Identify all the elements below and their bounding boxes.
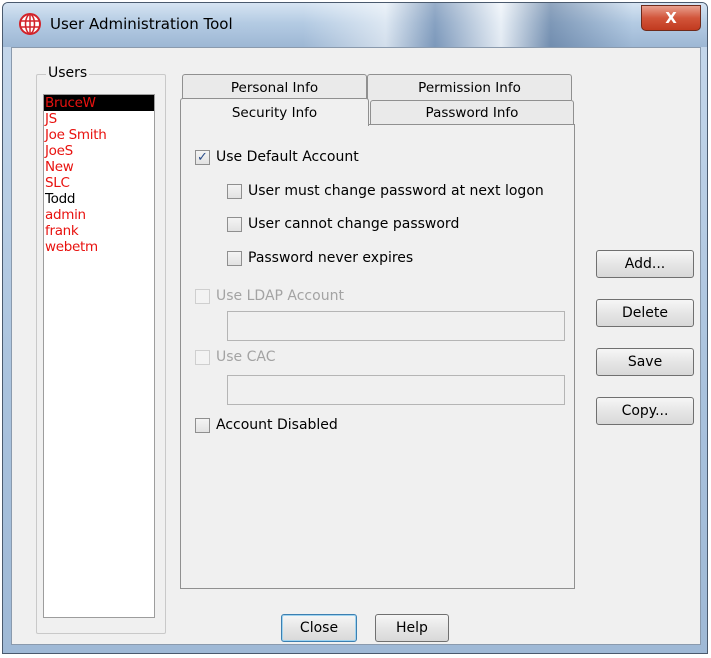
use-default-account-label: Use Default Account (216, 149, 359, 165)
ldap-account-field[interactable] (227, 311, 565, 341)
password-never-expires-check[interactable] (227, 250, 242, 266)
tab-personal-info[interactable]: Personal Info (182, 74, 367, 100)
account-disabled-label: Account Disabled (216, 417, 338, 433)
tab-security-info[interactable]: Security Info (180, 98, 369, 126)
title-bar[interactable]: User Administration Tool X (3, 3, 707, 47)
cannot-change-password-checkbox[interactable]: User cannot change password (227, 216, 459, 232)
account-disabled-check[interactable] (195, 417, 210, 433)
users-list[interactable]: BruceW JS Joe Smith JoeS New SLC Todd admin fran… (43, 94, 155, 618)
user-list-item[interactable]: Todd (44, 191, 154, 207)
tab-password-info-label: Password Info (425, 105, 519, 121)
user-list-item[interactable]: Joe Smith (44, 127, 154, 143)
delete-button[interactable]: Delete (596, 299, 694, 327)
use-cac-checkbox[interactable]: Use CAC (195, 349, 276, 365)
save-button[interactable]: Save (596, 348, 694, 376)
use-default-account-check[interactable]: ✓ (195, 149, 210, 165)
tab-permission-info-label: Permission Info (418, 79, 521, 96)
must-change-password-check[interactable] (227, 183, 242, 199)
must-change-password-checkbox[interactable]: User must change password at next logon (227, 183, 544, 199)
cac-field[interactable] (227, 375, 565, 405)
window-close-button[interactable]: X (641, 5, 701, 31)
use-cac-label: Use CAC (216, 349, 276, 365)
help-button[interactable]: Help (375, 614, 449, 642)
use-cac-check[interactable] (195, 349, 210, 365)
user-list-item[interactable]: webetm (44, 239, 154, 255)
tab-security-info-label: Security Info (231, 104, 318, 121)
user-list-item[interactable]: frank (44, 223, 154, 239)
use-default-account-checkbox[interactable]: ✓ Use Default Account (195, 149, 359, 165)
cannot-change-password-check[interactable] (227, 216, 242, 232)
security-info-panel: ✓ Use Default Account User must change p… (180, 124, 575, 589)
title-bar-glass (303, 3, 633, 47)
users-group: Users BruceW JS Joe Smith JoeS New SLC Todd adm… (36, 65, 166, 634)
window-title: User Administration Tool (50, 15, 233, 33)
add-button[interactable]: Add... (596, 250, 694, 278)
must-change-password-label: User must change password at next logon (248, 183, 544, 199)
password-never-expires-checkbox[interactable]: Password never expires (227, 250, 413, 266)
user-list-item[interactable]: SLC (44, 175, 154, 191)
use-ldap-account-check[interactable] (195, 288, 210, 304)
user-list-item[interactable]: BruceW (44, 95, 154, 111)
users-group-label: Users (46, 65, 90, 81)
password-never-expires-label: Password never expires (248, 250, 414, 266)
app-window: User Administration Tool X Users BruceW J… (2, 2, 708, 654)
tab-password-info[interactable]: Password Info (370, 100, 574, 125)
user-list-item[interactable]: admin (44, 207, 154, 223)
tab-personal-info-label: Personal Info (230, 79, 319, 96)
user-list-item[interactable]: New (44, 159, 154, 175)
use-ldap-account-checkbox[interactable]: Use LDAP Account (195, 288, 344, 304)
account-disabled-checkbox[interactable]: Account Disabled (195, 417, 338, 433)
dialog-client-area: Users BruceW JS Joe Smith JoeS New SLC Todd adm… (11, 47, 701, 645)
user-list-item[interactable]: JoeS (44, 143, 154, 159)
user-list-item[interactable]: JS (44, 111, 154, 127)
close-icon: X (665, 9, 677, 27)
app-globe-icon (19, 13, 41, 35)
copy-button[interactable]: Copy... (596, 397, 694, 425)
close-button[interactable]: Close (281, 614, 357, 642)
cannot-change-password-label: User cannot change password (248, 216, 460, 232)
use-ldap-account-label: Use LDAP Account (216, 288, 344, 304)
tab-permission-info[interactable]: Permission Info (367, 74, 572, 100)
